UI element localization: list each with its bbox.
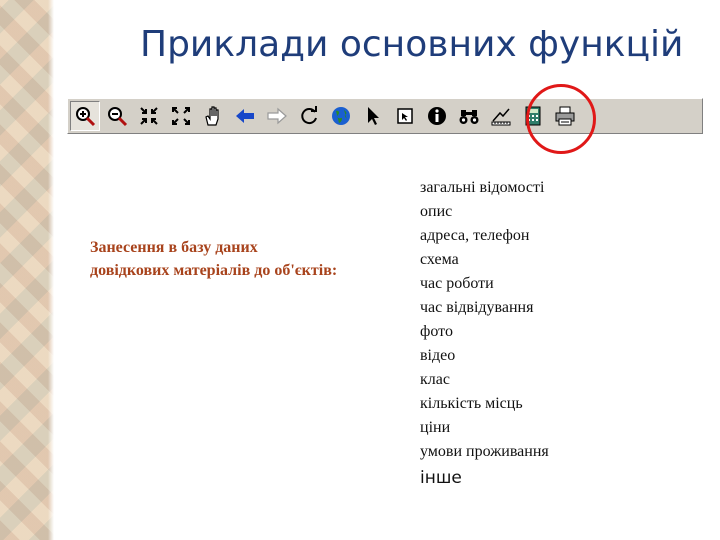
info-fields-list: загальні відомості опис адреса, телефон … (420, 176, 549, 490)
select-box-button[interactable] (390, 101, 420, 131)
pan-button[interactable] (198, 101, 228, 131)
hand-pan-icon (205, 106, 219, 126)
list-item: клас (420, 371, 450, 388)
measure-icon (491, 108, 511, 126)
refresh-button[interactable] (294, 101, 324, 131)
zoom-out-icon (108, 107, 128, 127)
measure-button[interactable] (486, 101, 516, 131)
find-button[interactable] (454, 101, 484, 131)
info-icon (428, 107, 446, 125)
page-title: Приклади основних функцій (140, 24, 684, 65)
arrow-back-icon (236, 109, 254, 123)
arrow-forward-icon (267, 107, 287, 125)
expand-button[interactable] (166, 101, 196, 131)
shrink-icon (140, 107, 158, 125)
info-button[interactable] (422, 101, 452, 131)
list-item: час відвідування (420, 299, 534, 316)
list-item: опис (420, 203, 453, 220)
left-caption: Занесення в базу даних довідкових матері… (90, 239, 338, 279)
list-item: інше (420, 468, 462, 488)
highlight-circle (526, 84, 596, 154)
pointer-button[interactable] (358, 101, 388, 131)
map-toolbar (67, 98, 703, 134)
list-item: час роботи (420, 275, 494, 292)
expand-icon (172, 107, 190, 125)
list-item: ціни (420, 419, 451, 436)
zoom-out-button[interactable] (102, 101, 132, 131)
list-item: схема (420, 251, 459, 268)
list-item: фото (420, 323, 453, 340)
list-item: адреса, телефон (420, 227, 530, 244)
list-item: загальні відомості (420, 179, 545, 196)
globe-button[interactable] (326, 101, 356, 131)
shrink-button[interactable] (134, 101, 164, 131)
forward-button[interactable] (262, 101, 292, 131)
select-box-icon (397, 108, 413, 124)
binoculars-icon (459, 110, 479, 124)
list-item: умови проживання (420, 443, 549, 460)
zoom-in-button[interactable] (70, 101, 100, 131)
refresh-icon (301, 106, 317, 125)
back-button[interactable] (230, 101, 260, 131)
globe-icon (332, 107, 350, 125)
zoom-in-icon (76, 107, 96, 127)
decorative-side-strip (0, 0, 54, 540)
pointer-icon (368, 107, 379, 125)
list-item: відео (420, 347, 456, 364)
list-item: кількість місць (420, 395, 523, 412)
